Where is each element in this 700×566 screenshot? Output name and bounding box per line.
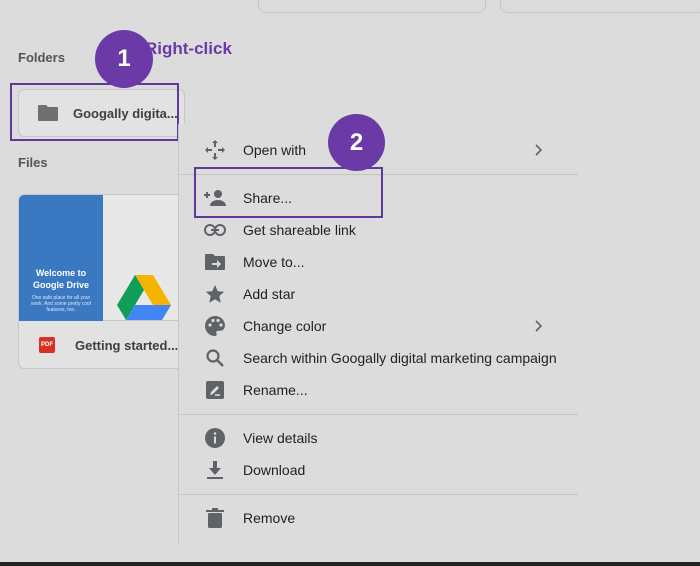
palette-icon (203, 314, 227, 338)
file-thumbnail: Welcome to Google Drive One safe place f… (19, 195, 187, 321)
folders-heading: Folders (18, 50, 65, 65)
pdf-icon: PDF (39, 337, 55, 353)
file-name: Getting started... (75, 338, 179, 353)
menu-item-label: Remove (243, 510, 296, 526)
google-drive-logo-icon (117, 275, 171, 320)
files-heading: Files (18, 155, 48, 170)
menu-item-label: Download (243, 462, 306, 478)
menu-item-label: Add star (243, 286, 296, 302)
menu-item-add-star[interactable]: Add star (179, 278, 579, 310)
file-card[interactable]: Welcome to Google Drive One safe place f… (18, 194, 188, 369)
rename-icon (203, 378, 227, 402)
menu-item-change-color[interactable]: Change color (179, 310, 579, 342)
chevron-right-icon (535, 320, 543, 332)
highlight-box-folder (10, 83, 179, 141)
menu-item-label: Get shareable link (243, 222, 356, 238)
menu-item-label: Move to... (243, 254, 305, 270)
menu-item-rename[interactable]: Rename... (179, 374, 579, 406)
menu-item-search-within[interactable]: Search within Googally digital marketing… (179, 342, 579, 374)
info-icon (203, 426, 227, 450)
menu-item-label: Change color (243, 318, 327, 334)
menu-item-label: Rename... (243, 382, 308, 398)
download-icon (203, 458, 227, 482)
highlight-box-share (194, 167, 383, 218)
menu-item-download[interactable]: Download (179, 454, 579, 486)
step-2-badge: 2 (328, 114, 385, 171)
menu-item-label: View details (243, 430, 318, 446)
search-icon (203, 346, 227, 370)
menu-divider (179, 414, 578, 415)
menu-item-remove[interactable]: Remove (179, 502, 579, 534)
move-to-folder-icon (203, 250, 227, 274)
thumbnail-tagline: One safe place for all your work. And so… (30, 295, 92, 313)
chevron-right-icon (535, 144, 543, 156)
file-card-top-partial[interactable] (258, 0, 486, 13)
right-click-callout: Right-click (145, 39, 232, 58)
star-icon (203, 282, 227, 306)
link-icon (203, 218, 227, 242)
menu-item-view-details[interactable]: View details (179, 422, 579, 454)
menu-item-label: Open with (243, 142, 307, 158)
trash-icon (203, 506, 227, 530)
menu-item-label: Search within Googally digital marketing… (243, 350, 557, 366)
menu-item-get-shareable-link[interactable]: Get shareable link (179, 214, 579, 246)
bottom-edge (0, 562, 700, 566)
menu-item-move-to[interactable]: Move to... (179, 246, 579, 278)
thumbnail-title: Welcome to Google Drive (32, 268, 89, 290)
open-with-icon (203, 138, 227, 162)
file-card-top-partial[interactable] (500, 0, 700, 13)
menu-divider (179, 494, 578, 495)
